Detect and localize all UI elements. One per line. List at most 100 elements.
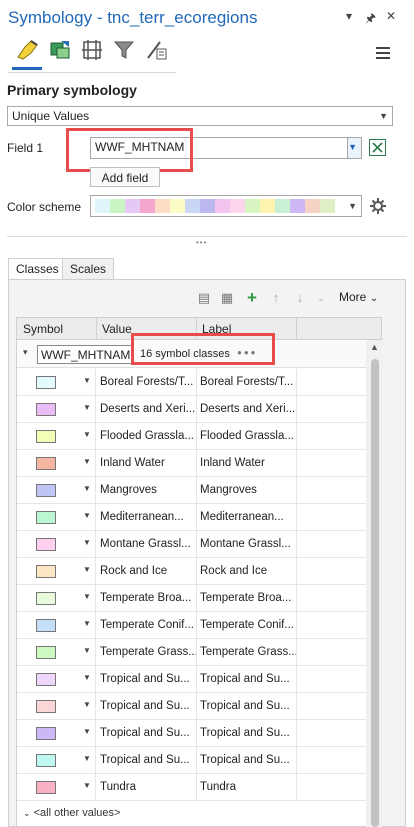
menu-icon[interactable] <box>376 47 390 59</box>
symbol-swatch[interactable] <box>36 511 56 524</box>
symbol-swatch[interactable] <box>36 538 56 551</box>
value-cell[interactable]: Temperate Conif... <box>100 619 196 631</box>
label-cell[interactable]: Inland Water <box>200 457 296 469</box>
add-icon[interactable]: + <box>244 289 260 306</box>
chevron-down-icon[interactable]: ▼ <box>83 430 91 439</box>
chevron-down-icon[interactable]: ▼ <box>83 457 91 466</box>
label-cell[interactable]: Tropical and Su... <box>200 673 296 685</box>
label-cell[interactable]: Boreal Forests/T... <box>200 376 296 388</box>
chevron-down-icon[interactable]: ▼ <box>83 673 91 682</box>
table-row[interactable]: ▼ Tropical and Su... Tropical and Su... <box>17 747 381 774</box>
value-cell[interactable]: Tropical and Su... <box>100 673 196 685</box>
chevron-down-icon[interactable]: ▼ <box>83 403 91 412</box>
table-row[interactable]: ▼ Mangroves Mangroves <box>17 477 381 504</box>
scroll-up-icon[interactable]: ▲ <box>370 342 379 352</box>
value-cell[interactable]: Rock and Ice <box>100 565 196 577</box>
illumination-icon[interactable] <box>142 36 170 64</box>
table-row[interactable]: ▼ Inland Water Inland Water <box>17 450 381 477</box>
label-cell[interactable]: Tropical and Su... <box>200 754 296 766</box>
table-row[interactable]: ▼ Temperate Conif... Temperate Conif... <box>17 612 381 639</box>
chevron-down-icon[interactable]: ▼ <box>83 700 91 709</box>
symbol-swatch[interactable] <box>36 430 56 443</box>
symbol-swatch[interactable] <box>36 565 56 578</box>
value-cell[interactable]: Mediterranean... <box>100 511 196 523</box>
symbol-swatch[interactable] <box>36 700 56 713</box>
expression-icon[interactable] <box>369 139 386 156</box>
chevron-down-icon[interactable]: ▼ <box>83 565 91 574</box>
value-column-header[interactable]: Value <box>102 322 132 336</box>
label-cell[interactable]: Tropical and Su... <box>200 700 296 712</box>
chevron-down-icon[interactable]: ▼ <box>83 376 91 385</box>
label-cell[interactable]: Temperate Conif... <box>200 619 296 631</box>
tab-scales[interactable]: Scales <box>62 258 115 280</box>
label-cell[interactable]: Tundra <box>200 781 296 793</box>
move-down-icon[interactable]: ↓ <box>292 290 308 306</box>
label-cell[interactable]: Montane Grassl... <box>200 538 296 550</box>
label-cell[interactable]: Tropical and Su... <box>200 727 296 739</box>
options-dropdown-icon[interactable]: ▾ <box>346 9 352 23</box>
add-values-icon[interactable]: ▦ <box>219 290 235 306</box>
add-field-button[interactable]: Add field <box>90 167 160 187</box>
value-cell[interactable]: Flooded Grassla... <box>100 430 196 442</box>
gear-icon[interactable] <box>370 198 386 214</box>
table-row[interactable]: ▼ Tropical and Su... Tropical and Su... <box>17 693 381 720</box>
value-cell[interactable]: Tropical and Su... <box>100 754 196 766</box>
value-cell[interactable]: Boreal Forests/T... <box>100 376 196 388</box>
chevron-down-icon[interactable]: ▼ <box>83 484 91 493</box>
value-cell[interactable]: Tropical and Su... <box>100 700 196 712</box>
label-cell[interactable]: Temperate Broa... <box>200 592 296 604</box>
panel-splitter[interactable] <box>7 236 407 237</box>
table-row[interactable]: ▼ Montane Grassl... Montane Grassl... <box>17 531 381 558</box>
table-row[interactable]: ▼ Deserts and Xeri... Deserts and Xeri... <box>17 396 381 423</box>
value-cell[interactable]: Montane Grassl... <box>100 538 196 550</box>
value-cell[interactable]: Inland Water <box>100 457 196 469</box>
scrollbar-thumb[interactable] <box>371 359 379 827</box>
list-icon[interactable]: ▤ <box>196 290 212 306</box>
value-cell[interactable]: Tundra <box>100 781 196 793</box>
chevron-down-icon[interactable]: ▼ <box>83 511 91 520</box>
label-classes-icon[interactable] <box>78 36 106 64</box>
symbol-swatch[interactable] <box>36 484 56 497</box>
chevron-down-icon[interactable]: ▼ <box>83 754 91 763</box>
table-row[interactable]: ▼ Temperate Broa... Temperate Broa... <box>17 585 381 612</box>
label-cell[interactable]: Rock and Ice <box>200 565 296 577</box>
symbol-swatch[interactable] <box>36 619 56 632</box>
value-cell[interactable]: Mangroves <box>100 484 196 496</box>
label-cell[interactable]: Mediterranean... <box>200 511 296 523</box>
value-cell[interactable]: Temperate Grass... <box>100 646 196 658</box>
tab-classes[interactable]: Classes <box>8 258 67 280</box>
symbol-swatch[interactable] <box>36 673 56 686</box>
label-cell[interactable]: Mangroves <box>200 484 296 496</box>
label-cell[interactable]: Temperate Grass... <box>200 646 296 658</box>
close-icon[interactable]: ✕ <box>386 9 396 23</box>
table-row[interactable]: ▼ Flooded Grassla... Flooded Grassla... <box>17 423 381 450</box>
table-row[interactable]: ▼ Tundra Tundra <box>17 774 381 801</box>
symbol-swatch[interactable] <box>36 457 56 470</box>
label-cell[interactable]: Flooded Grassla... <box>200 430 296 442</box>
move-up-icon[interactable]: ↑ <box>268 290 284 306</box>
table-row[interactable]: ▼ Tropical and Su... Tropical and Su... <box>17 666 381 693</box>
symbol-column-header[interactable]: Symbol <box>23 322 63 336</box>
all-other-values-row[interactable]: ⌄ <all other values> <box>23 807 120 819</box>
label-cell[interactable]: Deserts and Xeri... <box>200 403 296 415</box>
value-cell[interactable]: Tropical and Su... <box>100 727 196 739</box>
splitter-grip-icon[interactable]: ••• <box>196 238 207 247</box>
pin-icon[interactable]: 🖈 <box>365 9 376 30</box>
table-row[interactable]: ▼ Tropical and Su... Tropical and Su... <box>17 720 381 747</box>
collapse-icon[interactable]: ▾ <box>23 347 28 358</box>
table-row[interactable]: ▼ Boreal Forests/T... Boreal Forests/T... <box>17 369 381 396</box>
chevron-down-icon[interactable]: ▼ <box>83 619 91 628</box>
chevron-down-icon[interactable]: ⌄ <box>313 290 329 306</box>
table-row[interactable]: ▼ Rock and Ice Rock and Ice <box>17 558 381 585</box>
symbol-swatch[interactable] <box>36 754 56 767</box>
symbol-swatch[interactable] <box>36 403 56 416</box>
symbol-swatch[interactable] <box>36 646 56 659</box>
chevron-down-icon[interactable]: ▼ <box>83 781 91 790</box>
value-cell[interactable]: Temperate Broa... <box>100 592 196 604</box>
primary-symbology-icon[interactable] <box>14 36 42 64</box>
table-row[interactable]: ▼ Temperate Grass... Temperate Grass... <box>17 639 381 666</box>
symbol-swatch[interactable] <box>36 376 56 389</box>
more-menu-button[interactable]: More ⌄ <box>339 290 378 304</box>
symbol-swatch[interactable] <box>36 592 56 605</box>
table-row[interactable]: ▼ Mediterranean... Mediterranean... <box>17 504 381 531</box>
